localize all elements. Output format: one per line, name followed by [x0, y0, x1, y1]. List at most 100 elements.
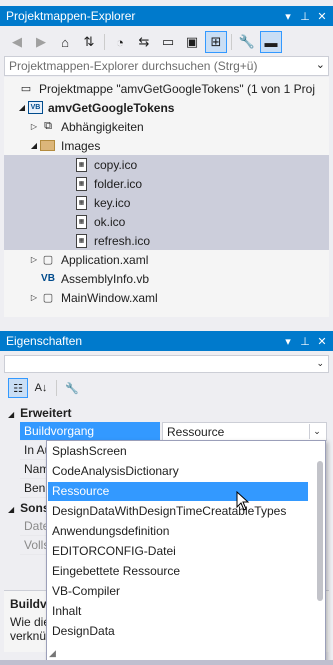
property-pages-wrench-icon[interactable]: 🔧 [62, 378, 82, 398]
properties-title: Eigenschaften [6, 334, 83, 348]
toolbar-separator [231, 34, 232, 50]
ico-file-icon: ▦ [76, 157, 87, 172]
solution-explorer-toolbar: ◀ ▶ ⌂ ⇅ ◔ ⇆ ▭ ▣ ⊞ 🔧 ▬ [0, 29, 333, 55]
preview-selected-items-icon[interactable]: ▬ [260, 31, 282, 53]
dropdown-scrollbar-thumb[interactable] [317, 461, 323, 601]
dropdown-option[interactable]: VB-Compiler [48, 582, 308, 601]
pin-icon[interactable]: ⊥ [297, 333, 313, 349]
back-icon[interactable]: ◀ [6, 31, 28, 53]
forward-icon[interactable]: ▶ [30, 31, 52, 53]
tree-item-mainwindow-xaml[interactable]: ▷ ▢ MainWindow.xaml [4, 288, 329, 307]
category-erweitert[interactable]: ◢ Erweitert [4, 403, 329, 422]
properties-toolbar: ☷ A↓ 🔧 [4, 377, 329, 399]
dropdown-option[interactable]: DesignDataWithDesignTimeCreatableTypes [48, 502, 308, 521]
ico-file-icon: ▦ [76, 233, 87, 248]
tree-item-label: copy.ico [94, 157, 138, 172]
properties-titlebar: Eigenschaften ▾ ⊥ ✕ [0, 331, 333, 351]
tree-item-label: Images [61, 138, 101, 153]
pending-changes-filter-icon[interactable]: ◔ [109, 31, 131, 53]
ico-file-icon: ▦ [76, 176, 87, 191]
dependencies-icon: ⧉ [44, 120, 52, 132]
vb-file-icon: VB [41, 273, 55, 284]
status-bar [0, 660, 333, 665]
collapsed-arrow-icon[interactable]: ▷ [28, 122, 40, 131]
xaml-icon: ▢ [42, 292, 54, 304]
tree-item-label: Application.xaml [61, 252, 149, 267]
collapsed-arrow-icon[interactable]: ▷ [28, 255, 40, 264]
solution-tree[interactable]: ▭ Projektmappe "amvGetGoogleTokens" (1 v… [4, 77, 329, 317]
tree-item-label: ok.ico [94, 214, 126, 229]
collapsed-arrow-icon[interactable]: ▷ [28, 293, 40, 302]
categorized-icon[interactable]: ☷ [8, 378, 28, 398]
search-options-chevron-icon[interactable]: ⌄ [316, 58, 325, 71]
dropdown-option[interactable]: SplashScreen [48, 442, 308, 461]
ico-file-icon: ▦ [76, 214, 87, 229]
dropdown-option[interactable]: Inhalt [48, 602, 308, 621]
tree-item-file[interactable]: ▦ copy.ico [4, 155, 329, 174]
collapse-arrow-icon[interactable]: ◢ [8, 410, 14, 419]
tree-item-images-folder[interactable]: ◢ Images [4, 136, 329, 155]
object-selector-combobox[interactable]: ⌄ [4, 355, 329, 373]
expanded-arrow-icon[interactable]: ◢ [16, 103, 28, 112]
pin-icon[interactable]: ⊥ [297, 8, 313, 24]
search-placeholder: Projektmappen-Explorer durchsuchen (Strg… [9, 59, 258, 73]
property-value: Ressource [167, 425, 225, 439]
property-row-buildvorgang[interactable]: Buildvorgang Ressource ⌄ [4, 422, 329, 441]
solution-explorer-titlebar: Projektmappen-Explorer ▾ ⊥ ✕ [0, 6, 333, 26]
tree-item-label: key.ico [94, 195, 131, 210]
property-name: Buildvorgang [20, 422, 160, 441]
vb-project-icon: VB [28, 101, 43, 114]
switch-views-icon[interactable]: ⇅ [78, 31, 100, 53]
show-all-files-icon[interactable]: ⊞ [205, 31, 227, 53]
tree-item-label: amvGetGoogleTokens [48, 100, 175, 115]
toolbar-separator [56, 380, 57, 396]
window-position-dropdown-icon[interactable]: ▾ [280, 8, 296, 24]
collapse-arrow-icon[interactable]: ◢ [8, 505, 14, 514]
tree-item-dependencies[interactable]: ▷ ⧉ Abhängigkeiten [4, 117, 329, 136]
tree-item-label: refresh.ico [94, 233, 151, 248]
buildvorgang-dropdown-list[interactable]: SplashScreen CodeAnalysisDictionary Ress… [46, 440, 326, 663]
tree-item-solution[interactable]: ▭ Projektmappe "amvGetGoogleTokens" (1 v… [4, 79, 329, 98]
property-value-combobox[interactable]: Ressource ⌄ [162, 422, 327, 441]
tree-item-label: Projektmappe "amvGetGoogleTokens" (1 von… [39, 81, 315, 96]
expanded-arrow-icon[interactable]: ◢ [28, 141, 40, 150]
tree-item-file[interactable]: ▦ ok.ico [4, 212, 329, 231]
dropdown-option[interactable]: DesignData [48, 622, 308, 641]
folder-icon [40, 140, 55, 151]
properties-wrench-icon[interactable]: 🔧 [236, 31, 258, 53]
tree-item-file[interactable]: ▦ refresh.ico [4, 231, 329, 250]
dropdown-option[interactable]: EDITORCONFIG-Datei [48, 542, 308, 561]
alphabetical-icon[interactable]: A↓ [31, 378, 51, 398]
tree-item-label: folder.ico [94, 176, 143, 191]
dropdown-option[interactable]: Eingebettete Ressource [48, 562, 308, 581]
tree-item-label: AssemblyInfo.vb [61, 271, 150, 286]
dropdown-option-selected[interactable]: Ressource [48, 482, 308, 501]
close-icon[interactable]: ✕ [314, 333, 330, 349]
window-position-dropdown-icon[interactable]: ▾ [280, 333, 296, 349]
mouse-cursor-icon [236, 491, 250, 511]
home-icon[interactable]: ⌂ [54, 31, 76, 53]
dropdown-option[interactable]: Anwendungsdefinition [48, 522, 308, 541]
toolbar-separator [104, 34, 105, 50]
resize-grip-icon[interactable]: ◢ [49, 648, 61, 660]
tree-item-project[interactable]: ◢ VB amvGetGoogleTokens [4, 98, 329, 117]
solution-explorer-search-input[interactable]: Projektmappen-Explorer durchsuchen (Strg… [4, 56, 329, 76]
chevron-down-icon[interactable]: ⌄ [316, 358, 324, 369]
xaml-icon: ▢ [42, 254, 54, 266]
tree-item-application-xaml[interactable]: ▷ ▢ Application.xaml [4, 250, 329, 269]
tree-item-file[interactable]: ▦ key.ico [4, 193, 329, 212]
collapse-all-icon[interactable]: ▣ [181, 31, 203, 53]
chevron-down-icon[interactable]: ⌄ [309, 424, 324, 439]
solution-explorer-title: Projektmappen-Explorer [6, 9, 136, 23]
dropdown-option[interactable]: CodeAnalysisDictionary [48, 462, 308, 481]
category-label: Erweitert [20, 405, 72, 420]
close-icon[interactable]: ✕ [314, 8, 330, 24]
ico-file-icon: ▦ [76, 195, 87, 210]
tree-item-label: Abhängigkeiten [61, 119, 144, 134]
tree-item-file[interactable]: ▦ folder.ico [4, 174, 329, 193]
refresh-icon[interactable]: ▭ [157, 31, 179, 53]
sync-with-active-document-icon[interactable]: ⇆ [133, 31, 155, 53]
tree-item-assemblyinfo[interactable]: VB AssemblyInfo.vb [4, 269, 329, 288]
tree-item-label: MainWindow.xaml [61, 290, 158, 305]
solution-icon: ▭ [20, 83, 32, 95]
